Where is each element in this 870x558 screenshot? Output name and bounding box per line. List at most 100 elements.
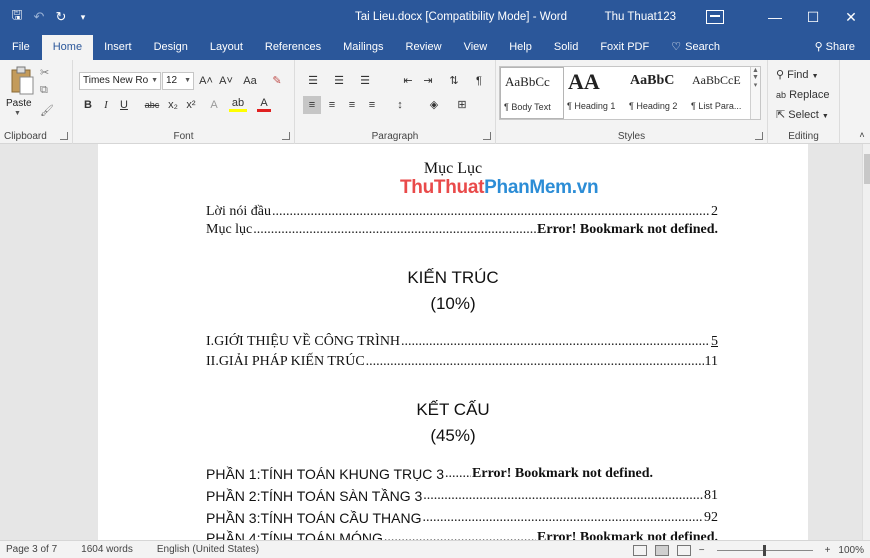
borders-icon[interactable]: ⊞ <box>451 96 473 114</box>
increase-indent-icon[interactable]: ⇥ <box>419 72 437 90</box>
tab-review[interactable]: Review <box>395 34 453 60</box>
scroll-thumb[interactable] <box>864 154 870 184</box>
replace-button[interactable]: ab Replace <box>776 86 829 104</box>
tab-help[interactable]: Help <box>498 34 543 60</box>
ribbon-tabs: File Home Insert Design Layout Reference… <box>0 34 870 60</box>
style-list-paragraph[interactable]: AaBbCcE ¶ List Para... <box>688 67 752 119</box>
align-center-icon[interactable]: ≡ <box>323 96 341 114</box>
zoom-slider-knob[interactable] <box>762 544 766 556</box>
toc-entry[interactable]: PHẦN 2:TÍNH TOÁN SÀN TẦNG 3 81 <box>206 486 718 504</box>
show-formatting-marks-icon[interactable]: ¶ <box>471 72 487 90</box>
paragraph-launcher-icon[interactable] <box>483 132 491 140</box>
toc-entry[interactable]: PHẦN 3:TÍNH TOÁN CẦU THANG 92 <box>206 508 718 526</box>
underline-button[interactable]: U <box>117 96 131 114</box>
tab-references[interactable]: References <box>254 34 332 60</box>
select-label: Select <box>788 109 819 121</box>
shrink-font-button[interactable]: A˅ <box>217 72 235 90</box>
collapse-ribbon-icon[interactable]: ˄ <box>856 126 868 144</box>
tab-insert[interactable]: Insert <box>93 34 143 60</box>
multilevel-list-icon[interactable]: ☰ <box>355 72 375 90</box>
format-painter-icon[interactable]: 🖌 <box>40 104 54 117</box>
zoom-in-button[interactable]: + <box>825 545 831 556</box>
styles-launcher-icon[interactable] <box>755 132 763 140</box>
vertical-scrollbar[interactable] <box>862 144 870 540</box>
italic-button[interactable]: I <box>99 96 113 114</box>
bold-button[interactable]: B <box>81 96 95 114</box>
word-count[interactable]: 1604 words <box>81 544 133 555</box>
tab-mailings[interactable]: Mailings <box>332 34 394 60</box>
align-right-icon[interactable]: ≡ <box>343 96 361 114</box>
font-name-field[interactable]: Times New Ro ▼ <box>79 72 161 90</box>
toc-entry[interactable]: Lời nói đầu 2 <box>206 202 718 220</box>
language-indicator[interactable]: English (United States) <box>157 544 259 555</box>
style-body-text[interactable]: AaBbCc ¶ Body Text <box>500 67 564 119</box>
copy-icon[interactable]: ⧉ <box>40 84 48 97</box>
justify-icon[interactable]: ≡ <box>363 96 381 114</box>
cut-icon[interactable]: ✂ <box>40 66 49 79</box>
zoom-slider[interactable] <box>716 544 813 556</box>
style-preview: AaBbCc <box>505 74 550 89</box>
toc-entry[interactable]: PHẦN 1:TÍNH TOÁN KHUNG TRỤC 3 Error! Boo… <box>206 464 718 482</box>
tell-me-search[interactable]: ♡ Search <box>660 34 731 60</box>
zoom-out-button[interactable]: − <box>699 545 705 556</box>
shading-icon[interactable]: ◈ <box>423 96 445 114</box>
tab-home[interactable]: Home <box>41 35 94 60</box>
tab-foxit-pdf[interactable]: Foxit PDF <box>589 34 660 60</box>
toc-entry[interactable]: II.GIẢI PHÁP KIẾN TRÚC 11 <box>206 352 718 370</box>
strikethrough-button[interactable]: abc <box>141 96 163 114</box>
text-effects-button[interactable]: A <box>207 96 221 114</box>
highlight-button[interactable]: ab <box>229 96 247 112</box>
redo-icon[interactable]: ↻ <box>50 6 72 28</box>
toc-entry[interactable]: PHẦN 4:TÍNH TOÁN MÓNG Error! Bookmark not… <box>206 528 718 540</box>
clear-formatting-icon[interactable]: ✎ <box>269 72 285 90</box>
find-button[interactable]: ⚲ Find ▼ <box>776 66 819 84</box>
align-left-icon[interactable]: ≡ <box>303 96 321 114</box>
zoom-level[interactable]: 100% <box>838 545 864 556</box>
sort-icon[interactable]: ⇅ <box>445 72 463 90</box>
tab-layout[interactable]: Layout <box>199 34 254 60</box>
minimize-button[interactable]: — <box>756 0 794 34</box>
style-name: ¶ List Para... <box>691 101 742 111</box>
paste-icon[interactable] <box>10 66 34 96</box>
line-spacing-icon[interactable]: ↕ <box>389 96 411 114</box>
change-case-button[interactable]: Aa <box>239 72 261 90</box>
tab-design[interactable]: Design <box>143 34 199 60</box>
font-color-button[interactable]: A <box>257 96 271 112</box>
tab-file[interactable]: File <box>0 34 42 60</box>
clipboard-launcher-icon[interactable] <box>60 132 68 140</box>
styles-label: Styles <box>617 131 646 142</box>
font-size-field[interactable]: 12 ▼ <box>162 72 194 90</box>
subscript-button[interactable]: x₂ <box>165 96 181 114</box>
tab-view[interactable]: View <box>453 34 499 60</box>
style-heading-1[interactable]: AA ¶ Heading 1 <box>564 67 628 119</box>
close-button[interactable]: ✕ <box>832 0 870 34</box>
grow-font-button[interactable]: A˄ <box>197 72 215 90</box>
undo-icon[interactable]: ↶ <box>28 6 50 28</box>
document-area[interactable]: Mục Lục ThuThuatPhanMem.vn Lời nói đầu2 … <box>0 144 862 540</box>
select-button[interactable]: ⇱ Select ▼ <box>776 106 829 124</box>
paste-button[interactable]: Paste <box>6 98 32 109</box>
customize-qat-icon[interactable]: ▾ <box>72 6 94 28</box>
restore-button[interactable]: ☐ <box>794 0 832 34</box>
tab-solid[interactable]: Solid <box>543 34 589 60</box>
font-name-value: Times New Ro <box>83 75 149 86</box>
quick-access-toolbar: 🖫 ↶ ↻ ▾ <box>0 0 94 34</box>
ribbon-display-options-icon[interactable] <box>706 10 724 24</box>
toc-entry[interactable]: I.GIỚI THIỆU VỀ CÔNG TRÌNH 5 <box>206 332 718 350</box>
superscript-button[interactable]: x² <box>183 96 199 114</box>
style-heading-2[interactable]: AaBbC ¶ Heading 2 <box>626 67 690 119</box>
share-button[interactable]: ⚲ Share <box>804 34 866 60</box>
read-mode-icon[interactable] <box>632 544 647 556</box>
bullets-icon[interactable]: ☰ <box>303 72 323 90</box>
print-layout-icon[interactable] <box>654 544 669 556</box>
numbering-icon[interactable]: ☰ <box>329 72 349 90</box>
save-icon[interactable]: 🖫 <box>6 6 28 28</box>
styles-scroll[interactable]: ▲ ▼ ▾ <box>750 67 760 119</box>
decrease-indent-icon[interactable]: ⇤ <box>399 72 417 90</box>
web-layout-icon[interactable] <box>676 544 691 556</box>
toc-entry[interactable]: Mục lục Error! Bookmark not defined. <box>206 220 718 238</box>
paste-dropdown-icon[interactable]: ▼ <box>14 110 21 117</box>
font-launcher-icon[interactable] <box>282 132 290 140</box>
user-name[interactable]: Thu Thuat123 <box>605 11 676 23</box>
page-count[interactable]: Page 3 of 7 <box>6 544 57 555</box>
